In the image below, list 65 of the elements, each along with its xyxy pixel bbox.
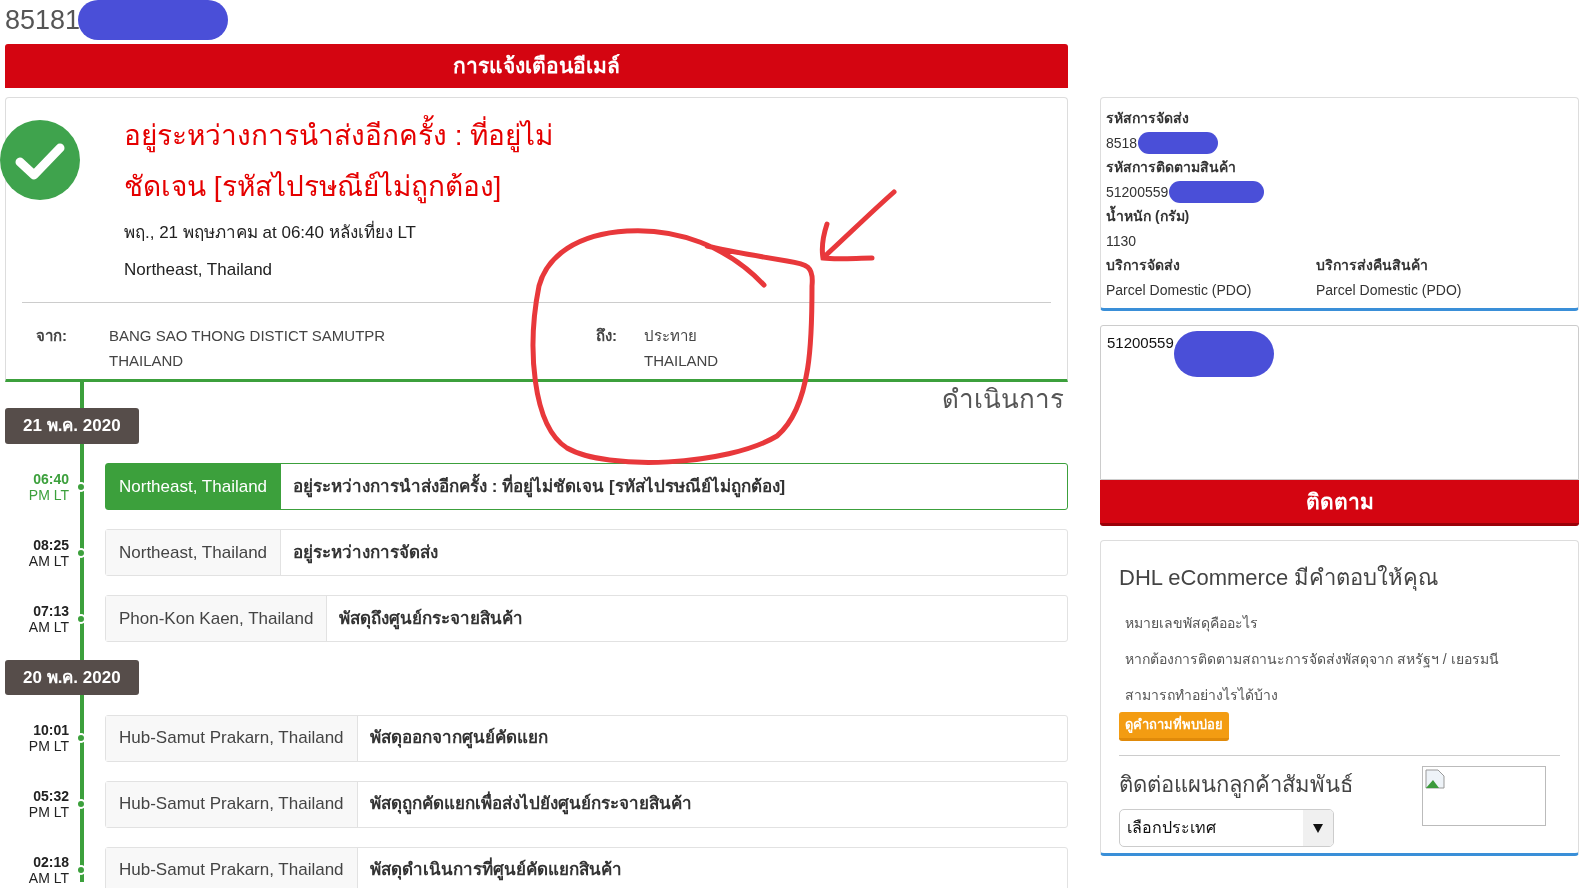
event-period: PM LT — [28, 738, 69, 754]
detail-label: บริการส่งคืนสินค้า — [1316, 256, 1429, 275]
event-period: AM LT — [28, 552, 69, 569]
event-row[interactable]: Northeast, Thailand อยู่ระหว่างการจัดส่ง — [105, 529, 1068, 576]
detail-value: Parcel Domestic (PDO) — [1106, 280, 1253, 300]
address-line: THAILAND — [644, 351, 719, 371]
tracking-input-field[interactable]: 51200559 — [1100, 325, 1579, 480]
event-time: 10:01 — [33, 722, 69, 738]
broken-image-icon — [1425, 768, 1445, 789]
from-label: จาก: — [35, 326, 68, 346]
event-time: 08:25 — [33, 536, 69, 553]
detail-label: รหัสการจัดส่ง — [1106, 109, 1190, 128]
event-time: 06:40 — [33, 470, 69, 487]
event-location: Phon-Kon Kaen, Thailand — [106, 596, 328, 641]
help-link[interactable]: หมายเลขพัสดุคืออะไร — [1125, 612, 1560, 634]
detail-label: น้ำหนัก (กรัม) — [1106, 204, 1573, 229]
address-line: ประทาย — [644, 326, 698, 346]
event-status: อยู่ระหว่างการนำส่งอีกครั้ง : ที่อยู่ไม่ชัดเจน [รหัสไปรษณีย์ไม่ถูกต้อง] — [281, 464, 798, 509]
help-link[interactable]: สามารถทำอย่างไรได้บ้าง — [1125, 684, 1560, 706]
field-value: 51200559 — [1107, 333, 1174, 353]
event-location: Northeast, Thailand — [106, 464, 282, 509]
detail-value: 51200559 — [1106, 182, 1169, 202]
status-location: Northeast, Thailand — [124, 258, 274, 281]
event-time: 02:18 — [33, 854, 69, 870]
event-period: AM LT — [28, 618, 69, 635]
event-time: 05:32 — [33, 788, 69, 804]
status-headline: อยู่ระหว่างการนำส่งอีกครั้ง : ที่อยู่ไม่ชัดเจน [รหัสไปรษณีย์ไม่ถูกต้อง] — [124, 110, 584, 212]
track-button[interactable]: ติดตาม — [1100, 480, 1579, 526]
email-notification-bar[interactable]: การแจ้งเตือนอีเมล์ — [5, 44, 1068, 88]
caret-icon — [1313, 822, 1323, 833]
date-badge: 20 พ.ค. 2020 — [5, 659, 139, 695]
event-location: Hub-Samut Prakarn, Thailand — [106, 781, 358, 827]
event-row[interactable]: Hub-Samut Prakarn, Thailand พัสดุออกจากศูนย์คัดแยก — [105, 714, 1068, 762]
tracking-number-title: 85181 — [5, 3, 81, 37]
event-location: Hub-Samut Prakarn, Thailand — [106, 847, 358, 888]
to-label: ถึง: — [596, 326, 618, 346]
event-time: 07:13 — [33, 602, 69, 619]
event-row[interactable]: Hub-Samut Prakarn, Thailand พัสดุดำเนินการที่ศูนย์คัดแยกสินค้า — [105, 846, 1068, 888]
event-status: พัสดุดำเนินการที่ศูนย์คัดแยกสินค้า — [357, 847, 634, 888]
detail-value: 1130 — [1106, 231, 1137, 251]
event-status: อยู่ระหว่างการจัดส่ง — [292, 541, 440, 566]
event-period: PM LT — [28, 486, 69, 503]
event-status: พัสดุถูกคัดแยกเพื่อส่งไปยังศูนย์กระจายสินค้า — [357, 781, 704, 827]
event-period: AM LT — [28, 870, 69, 886]
status-datetime: พฤ., 21 พฤษภาคม at 06:40 หลังเที่ยง LT — [124, 220, 584, 246]
contact-title: ติดต่อแผนกลูกค้าสัมพันธ์ — [1119, 770, 1353, 800]
address-line: BANG SAO THONG DISTICT SAMUTPR — [109, 326, 387, 346]
date-badge: 21 พ.ค. 2020 — [5, 408, 139, 444]
detail-value: Parcel Domestic (PDO) — [1316, 280, 1463, 300]
country-select[interactable]: เลือกประเทศ — [1119, 808, 1334, 847]
event-row[interactable]: Northeast, Thailand อยู่ระหว่างการนำส่งอีกครั้ง : ที่อยู่ไม่ชัดเจน [รหัสไปรษณีย์ไม่ถูกต้อง] — [105, 463, 1068, 510]
help-link[interactable]: หากต้องการติดตามสถานะการจัดส่งพัสดุจาก สหรัฐฯ / เยอรมนี — [1125, 648, 1560, 670]
event-status: พัสดุถึงศูนย์กระจายสินค้า — [338, 607, 525, 632]
event-location: Northeast, Thailand — [106, 530, 282, 575]
event-row[interactable]: Phon-Kon Kaen, Thailand พัสดุถึงศูนย์กระจายสินค้า — [105, 595, 1068, 642]
help-title: DHL eCommerce มีคำตอบให้คุณ — [1119, 564, 1440, 593]
event-status: พัสดุออกจากศูนย์คัดแยก — [368, 726, 549, 751]
detail-value: 8518 — [1106, 133, 1138, 153]
event-period: PM LT — [28, 804, 69, 820]
address-line: THAILAND — [109, 351, 185, 371]
detail-label: บริการจัดส่ง — [1106, 256, 1181, 275]
event-row[interactable]: Hub-Samut Prakarn, Thailand พัสดุถูกคัดแยกเพื่อส่งไปยังศูนย์กระจายสินค้า — [105, 780, 1068, 828]
detail-label: รหัสการติดตามสินค้า — [1106, 158, 1237, 177]
event-location: Hub-Samut Prakarn, Thailand — [106, 715, 358, 761]
progress-heading: ดำเนินการ — [942, 384, 1064, 408]
